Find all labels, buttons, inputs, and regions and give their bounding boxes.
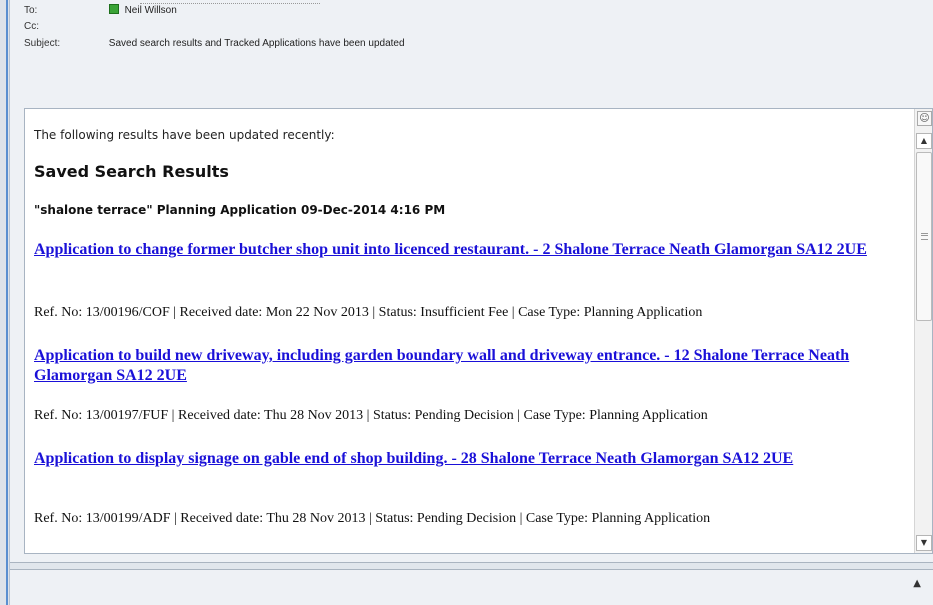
pane-splitter[interactable]	[10, 562, 933, 570]
to-recipient[interactable]: Neil Willson	[125, 5, 177, 16]
result-item: Application to build new driveway, inclu…	[34, 346, 906, 423]
window-left-edge	[0, 0, 10, 605]
section-title: Saved Search Results	[34, 162, 229, 181]
to-label: To:	[24, 5, 38, 16]
subject-row: Subject: Saved search results and Tracke…	[24, 37, 405, 51]
caret-up-icon[interactable]: ▲	[913, 578, 921, 589]
contact-status-icon	[108, 4, 119, 14]
intro-text: The following results have been updated …	[34, 128, 335, 142]
search-title: "shalone terrace" Planning Application 0…	[34, 203, 446, 217]
to-row: To: Neil Willson	[24, 4, 177, 18]
result-link[interactable]: Application to change former butcher sho…	[34, 240, 906, 260]
chevron-up-icon[interactable]: ▲	[916, 133, 932, 149]
message-body-pane[interactable]: The following results have been updated …	[24, 108, 933, 554]
cc-label: Cc:	[24, 21, 39, 32]
result-link[interactable]: Application to display signage on gable …	[34, 449, 906, 469]
chevron-down-icon[interactable]: ▼	[916, 535, 932, 551]
cc-row: Cc:	[24, 20, 106, 34]
window-accent-bar	[6, 0, 8, 605]
message-header: To: Neil Willson Cc: Subject: Saved sear…	[10, 0, 933, 100]
subject-text: Saved search results and Tracked Applica…	[108, 38, 405, 49]
result-meta: Ref. No: 13/00197/FUF | Received date: T…	[34, 408, 708, 423]
message-content: The following results have been updated …	[25, 109, 913, 553]
result-item: Application to change former butcher sho…	[34, 240, 906, 320]
scrollbar-grip	[921, 233, 928, 240]
result-link[interactable]: Application to build new driveway, inclu…	[34, 346, 906, 386]
result-meta: Ref. No: 13/00199/ADF | Received date: T…	[34, 511, 711, 526]
result-meta: Ref. No: 13/00196/COF | Received date: M…	[34, 305, 703, 320]
people-pane-icon[interactable]: ☺	[917, 111, 932, 126]
vertical-scrollbar[interactable]: ☺ ▲ ▼	[914, 109, 932, 553]
result-item: Application to display signage on gable …	[34, 449, 906, 526]
scrollbar-thumb[interactable]	[916, 152, 932, 321]
subject-label: Subject:	[24, 38, 61, 49]
